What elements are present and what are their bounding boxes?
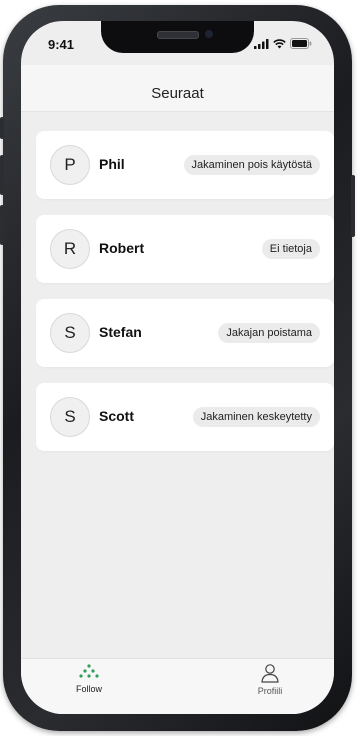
speaker	[157, 31, 199, 39]
follow-list-item-stefan[interactable]: S Stefan Jakajan poistama	[36, 299, 334, 367]
status-badge: Jakaminen keskeytetty	[192, 407, 320, 427]
tab-label-follow: Follow	[75, 684, 102, 694]
follow-list-item-phil[interactable]: P Phil Jakaminen pois käytöstä	[36, 131, 334, 199]
screen: 9:41 Seuraat P Phil Jakaminen pois käytö…	[21, 21, 334, 714]
signal-icon	[254, 38, 269, 49]
status-badge: Ei tietoja	[261, 239, 320, 259]
tab-bar: Follow Profiili	[21, 658, 334, 714]
follow-list-item-scott[interactable]: S Scott Jakaminen keskeytetty	[36, 383, 334, 451]
contact-name: Robert	[99, 240, 145, 256]
contact-name: Stefan	[99, 324, 142, 340]
side-button-power	[351, 175, 355, 237]
wifi-icon	[273, 38, 286, 48]
avatar: P	[50, 145, 90, 185]
avatar: S	[50, 313, 90, 353]
follow-list-item-robert[interactable]: R Robert Ei tietoja	[36, 215, 334, 283]
navigation-header: Seuraat	[21, 65, 334, 112]
side-button-volume-down	[0, 205, 4, 245]
battery-icon	[290, 38, 312, 49]
notch	[101, 21, 254, 53]
page-title: Seuraat	[151, 84, 204, 102]
phone-frame: 9:41 Seuraat P Phil Jakaminen pois käytö…	[0, 5, 355, 731]
status-badge: Jakajan poistama	[218, 323, 320, 343]
avatar: S	[50, 397, 90, 437]
contact-name: Scott	[99, 408, 134, 424]
avatar: R	[50, 229, 90, 269]
side-button-silent	[0, 117, 4, 139]
tab-follow[interactable]: Follow	[49, 663, 129, 694]
status-time: 9:41	[48, 37, 75, 52]
side-button-volume-up	[0, 155, 4, 195]
tab-profiili[interactable]: Profiili	[230, 663, 310, 696]
follow-dots-icon	[79, 664, 99, 678]
status-icons	[254, 38, 312, 49]
tab-label-profiili: Profiili	[257, 686, 283, 696]
camera	[205, 30, 213, 38]
status-badge: Jakaminen pois käytöstä	[183, 155, 320, 175]
person-icon	[261, 664, 279, 683]
contact-name: Phil	[99, 156, 125, 172]
